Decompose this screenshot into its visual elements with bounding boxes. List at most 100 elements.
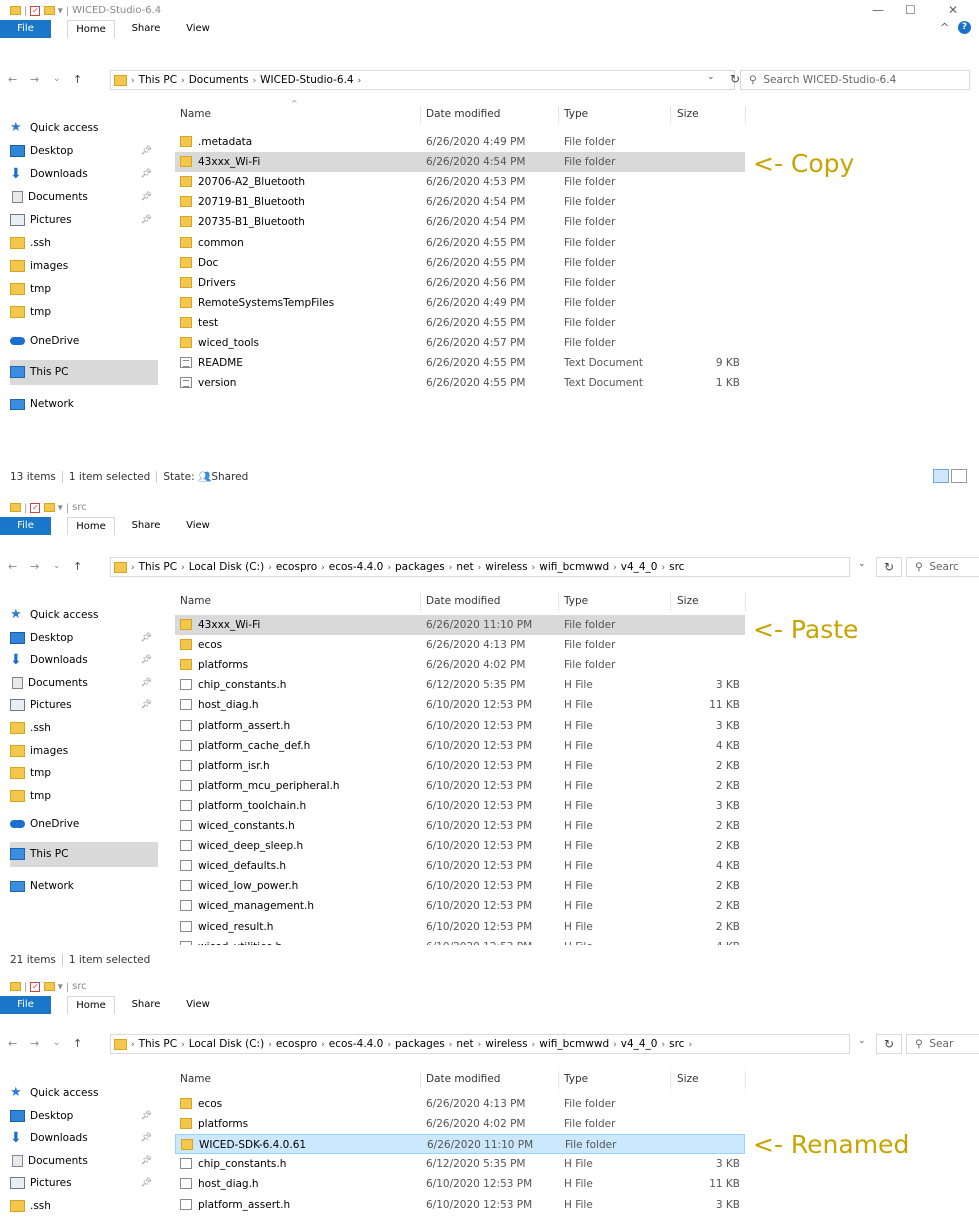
quick-access-toolbar[interactable]: | ✓ ▾ | src (10, 981, 87, 993)
sidebar-item-ssh[interactable]: .ssh (10, 233, 158, 253)
breadcrumb-item[interactable]: wireless (485, 1038, 527, 1050)
pin-icon[interactable]: 📌︎ (141, 141, 152, 161)
forward-icon[interactable]: → (30, 560, 39, 573)
file-row[interactable]: platform_assert.h 6/10/2020 12:53 PM H Fil… (175, 716, 745, 736)
address-dropdown-icon[interactable]: ⌄ (858, 1036, 866, 1046)
sidebar-item-ssh[interactable]: .ssh (10, 1196, 158, 1216)
breadcrumb-item[interactable]: net (456, 1038, 473, 1050)
sidebar-item-quick-access[interactable]: Quick access (10, 1083, 158, 1103)
column-divider[interactable] (745, 106, 746, 124)
refresh-icon[interactable]: ↻ (876, 1034, 902, 1054)
sidebar-item-images[interactable]: images (10, 741, 158, 761)
properties-icon[interactable]: ✓ (30, 502, 41, 513)
sidebar-item-desktop[interactable]: Desktop 📌︎ (10, 628, 158, 648)
column-divider[interactable] (420, 593, 421, 611)
sidebar-item-quick-access[interactable]: Quick access (10, 605, 158, 625)
close-icon[interactable]: ✕ (948, 3, 958, 17)
breadcrumb-item[interactable]: packages (395, 1038, 445, 1050)
pin-icon[interactable]: 📌︎ (141, 1151, 152, 1171)
forward-icon[interactable]: → (30, 1037, 39, 1050)
tab-file[interactable]: File (0, 517, 51, 535)
tab-view[interactable]: View (178, 996, 218, 1014)
pin-icon[interactable]: 📌︎ (141, 187, 152, 207)
sidebar-item-downloads[interactable]: Downloads 📌︎ (10, 650, 158, 670)
column-date[interactable]: Date modified (426, 1073, 500, 1085)
sidebar-item-pictures[interactable]: Pictures 📌︎ (10, 210, 158, 230)
tab-home[interactable]: Home (67, 20, 115, 38)
file-row[interactable]: RemoteSystemsTempFiles 6/26/2020 4:49 PM F… (175, 293, 745, 313)
breadcrumb-item[interactable]: wireless (485, 561, 527, 573)
breadcrumb-item[interactable]: Local Disk (C:) (189, 1038, 265, 1050)
column-divider[interactable] (670, 1071, 671, 1089)
column-name[interactable]: Name (180, 1073, 211, 1085)
properties-icon[interactable]: ✓ (30, 981, 41, 992)
breadcrumb-item[interactable]: wifi_bcmwwd (539, 1038, 609, 1050)
sidebar-item-tmp[interactable]: tmp (10, 279, 158, 299)
column-size[interactable]: Size (677, 1073, 699, 1085)
column-divider[interactable] (745, 593, 746, 611)
file-row[interactable]: ecos 6/26/2020 4:13 PM File folder (175, 1094, 745, 1114)
pin-icon[interactable]: 📌︎ (141, 650, 152, 670)
breadcrumb-item[interactable]: ecos-4.4.0 (329, 561, 384, 573)
sidebar-item-documents[interactable]: Documents 📌︎ (10, 187, 158, 207)
recent-chevron-icon[interactable]: ⌄ (53, 561, 61, 571)
ribbon-collapse-icon[interactable]: ^ (940, 21, 949, 34)
large-icons-view-icon[interactable] (951, 469, 967, 483)
help-icon[interactable]: ? (958, 21, 971, 34)
sidebar-item-network[interactable]: Network (10, 394, 158, 414)
file-row[interactable]: platform_mcu_peripheral.h 6/10/2020 12:53… (175, 776, 745, 796)
up-icon[interactable]: ↑ (73, 73, 82, 86)
tab-share[interactable]: Share (126, 517, 166, 535)
sidebar-item-quick-access[interactable]: Quick access (10, 118, 158, 138)
quick-access-toolbar[interactable]: | ✓ ▾ | WICED-Studio-6.4 (10, 5, 161, 17)
file-row[interactable]: platform_assert.h 6/10/2020 12:53 PM H Fil… (175, 1195, 745, 1215)
new-folder-icon[interactable] (43, 6, 55, 15)
tab-home[interactable]: Home (67, 996, 115, 1014)
column-divider[interactable] (420, 106, 421, 124)
file-row[interactable]: wiced_tools 6/26/2020 4:57 PM File folder (175, 333, 745, 353)
sidebar-item-images[interactable]: images (10, 256, 158, 276)
file-row[interactable]: version 6/26/2020 4:55 PM Text Document 1 K… (175, 373, 745, 393)
file-row[interactable]: wiced_utilities.h 6/10/2020 12:53 PM H Fil… (175, 937, 745, 945)
tab-share[interactable]: Share (126, 20, 166, 38)
column-size[interactable]: Size (677, 108, 699, 120)
customize-toolbar-icon[interactable]: ▾ (58, 503, 63, 514)
sidebar-item-downloads[interactable]: Downloads 📌︎ (10, 164, 158, 184)
up-icon[interactable]: ↑ (73, 560, 82, 573)
back-icon[interactable]: ← (8, 73, 17, 86)
breadcrumb-item[interactable]: net (456, 561, 473, 573)
column-divider[interactable] (745, 1071, 746, 1089)
pin-icon[interactable]: 📌︎ (141, 1106, 152, 1126)
column-divider[interactable] (670, 593, 671, 611)
column-date[interactable]: Date modified (426, 595, 500, 607)
column-type[interactable]: Type (564, 1073, 588, 1085)
sidebar-item-desktop[interactable]: Desktop 📌︎ (10, 1106, 158, 1126)
column-divider[interactable] (558, 1071, 559, 1089)
tab-view[interactable]: View (178, 517, 218, 535)
breadcrumb-item[interactable]: src (669, 1038, 684, 1050)
minimize-icon[interactable]: — (872, 3, 884, 17)
address-dropdown-icon[interactable]: ⌄ (858, 559, 866, 569)
column-size[interactable]: Size (677, 595, 699, 607)
breadcrumb-item[interactable]: This PC (139, 561, 177, 573)
column-type[interactable]: Type (564, 108, 588, 120)
recent-chevron-icon[interactable]: ⌄ (53, 1038, 61, 1048)
file-row[interactable]: ecos 6/26/2020 4:13 PM File folder (175, 635, 745, 655)
new-folder-icon[interactable] (43, 982, 55, 991)
forward-icon[interactable]: → (30, 73, 39, 86)
sidebar-item-pictures[interactable]: Pictures 📌︎ (10, 1173, 158, 1193)
sidebar-item-downloads[interactable]: Downloads 📌︎ (10, 1128, 158, 1148)
sidebar-item-onedrive[interactable]: OneDrive (10, 331, 158, 351)
pin-icon[interactable]: 📌︎ (141, 1128, 152, 1148)
file-row[interactable]: test 6/26/2020 4:55 PM File folder (175, 313, 745, 333)
search-input[interactable]: ⚲ Searc (906, 557, 979, 577)
breadcrumb-item[interactable]: ecospro (276, 561, 317, 573)
column-date[interactable]: Date modified (426, 108, 500, 120)
back-icon[interactable]: ← (8, 1037, 17, 1050)
address-dropdown-icon[interactable]: ⌄ (707, 72, 715, 82)
sidebar-item-this-pc[interactable]: This PC (10, 842, 158, 867)
tab-file[interactable]: File (0, 20, 51, 38)
file-row[interactable]: 43xxx_Wi-Fi 6/26/2020 4:54 PM File folder (175, 152, 745, 173)
sidebar-item-this-pc[interactable]: This PC (10, 360, 158, 385)
breadcrumb-item[interactable]: v4_4_0 (621, 1038, 658, 1050)
